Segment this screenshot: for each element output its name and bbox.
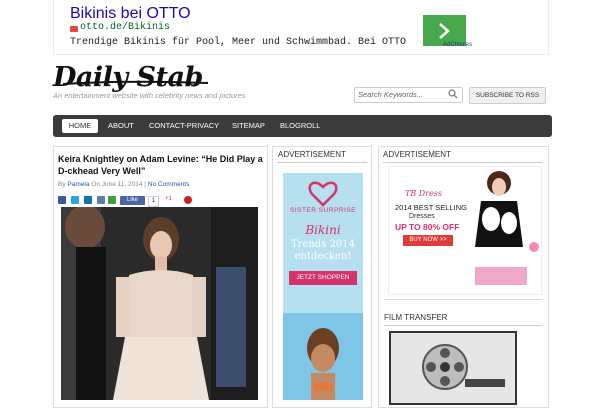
chevron-right-icon [439, 23, 450, 39]
ad-line3: UP TO 80% OFF [395, 222, 460, 232]
ad-brand: SISTER SURPRISE [289, 207, 356, 214]
subscribe-rss-button[interactable]: SUBSCRIBE TO RSS [469, 87, 546, 104]
like-count: 1 [148, 196, 159, 207]
post-meta: By Pamela On June 11, 2014 | No Comments [58, 181, 189, 188]
meta-by: By [58, 181, 66, 188]
facebook-like-button[interactable]: Like [120, 196, 145, 205]
search-icon[interactable] [448, 89, 458, 99]
google-plus-button[interactable]: +1 [165, 196, 172, 202]
author-link[interactable]: Pamela [67, 181, 89, 188]
divider [384, 299, 542, 300]
photo-image [61, 207, 258, 400]
bikini-ad[interactable]: SISTER SURPRISE Bikini Trends 2014 entde… [283, 173, 363, 400]
ad-title-link[interactable]: Bikinis bei OTTO [70, 5, 191, 23]
right-ad-heading: ADVERTISEMENT [383, 150, 451, 159]
nav-item-blogroll[interactable]: BLOGROLL [280, 121, 320, 130]
comments-link[interactable]: No Comments [148, 181, 190, 188]
dress-ad[interactable]: TB Dress 2014 BEST SELLING Dresses UP TO… [388, 166, 542, 295]
film-reel-icon [391, 333, 515, 403]
adchoices-link[interactable]: AdChoices [443, 42, 472, 48]
logo-swoosh-icon [63, 80, 208, 85]
buy-now-button[interactable]: BUY NOW >> [403, 235, 453, 246]
divider [384, 325, 542, 326]
film-transfer-ad[interactable] [389, 331, 517, 405]
nav-item-sitemap[interactable]: SITEMAP [232, 121, 265, 130]
nav-item-contact-privacy[interactable]: CONTACT-PRIVACY [149, 121, 219, 130]
film-transfer-heading: FILM TRANSFER [384, 313, 448, 322]
ad-line2: Dresses [409, 213, 435, 220]
site-tagline: An entertainment website with celebrity … [53, 91, 246, 100]
post-date: June 11, 2014 [101, 181, 143, 188]
nav-item-about[interactable]: ABOUT [108, 121, 134, 130]
twitter-share-icon[interactable] [71, 196, 79, 204]
nav-item-home[interactable]: HOME [62, 119, 98, 133]
meta-separator: | [144, 181, 146, 188]
search-placeholder: Search Keywords... [358, 90, 424, 99]
stumble-share-icon[interactable] [97, 196, 105, 204]
ad-description: Trendige Bikinis für Pool, Meer und Schw… [70, 37, 407, 48]
ad-headline: Bikini [305, 223, 341, 237]
ad-badge-icon [70, 26, 78, 32]
linkedin-share-icon[interactable] [84, 196, 92, 204]
sharethis-share-icon[interactable] [108, 196, 116, 204]
meta-on: On [91, 181, 100, 188]
post-photo[interactable] [61, 207, 258, 400]
shop-now-button[interactable]: JETZT SHOPPEN [289, 271, 357, 285]
post-title[interactable]: Keira Knightley on Adam Levine: “He Did … [58, 153, 263, 177]
site-logo[interactable]: Daily Stab [53, 62, 203, 93]
divider [383, 162, 543, 163]
facebook-share-icon[interactable] [58, 196, 66, 204]
ad-brand: TB Dress [405, 189, 442, 198]
pinterest-share-icon[interactable] [184, 196, 192, 204]
sidebar-ad-heading: ADVERTISEMENT [278, 150, 346, 159]
ad-line1: 2014 BEST SELLING [395, 203, 467, 212]
ad-subline: Trends 2014 entdecken! [291, 239, 355, 262]
ad-url-link[interactable]: otto.de/Bikinis [80, 22, 170, 33]
divider [277, 162, 367, 163]
